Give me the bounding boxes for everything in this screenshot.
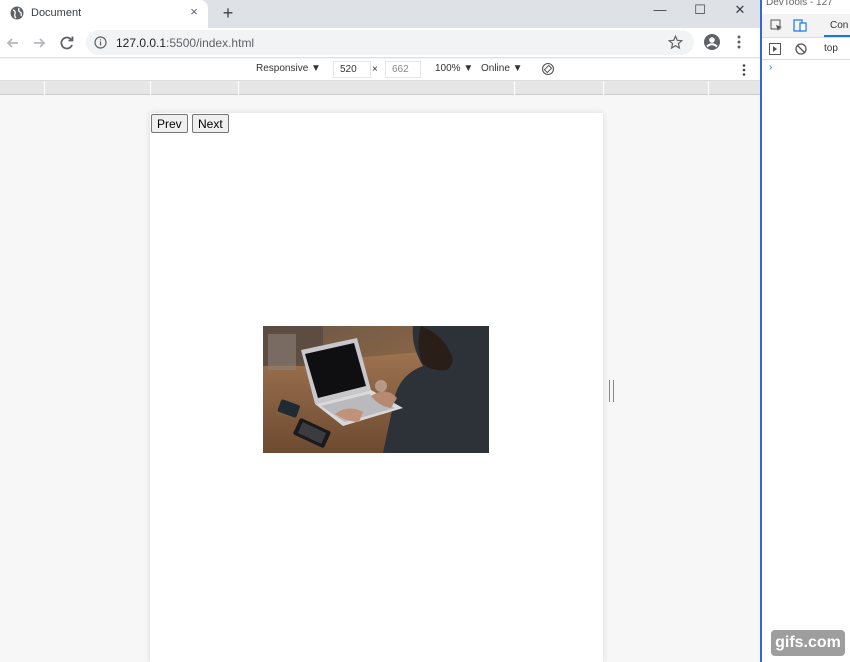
media-query-bar: [0, 81, 760, 95]
tab-close-icon[interactable]: ×: [186, 4, 202, 20]
close-window-button[interactable]: ✕: [720, 0, 760, 26]
media-query-segment[interactable]: [238, 81, 239, 95]
dimension-separator: ×: [372, 64, 378, 75]
next-button[interactable]: Next: [192, 114, 229, 133]
console-toolbar: top: [762, 38, 850, 60]
maximize-button[interactable]: ☐: [680, 0, 720, 26]
active-tab-indicator: [824, 35, 850, 37]
clear-console-icon[interactable]: [795, 43, 807, 55]
media-query-segment[interactable]: [150, 81, 151, 95]
width-input[interactable]: 520: [333, 61, 371, 78]
devtools-title: DevTools - 127: [766, 0, 833, 8]
tab-title: Document: [31, 7, 82, 19]
inspect-element-icon[interactable]: [770, 19, 783, 32]
device-toolbar-menu-icon[interactable]: [741, 63, 747, 77]
info-icon[interactable]: [94, 36, 107, 49]
gifs-watermark: gifs.com: [771, 630, 845, 656]
media-query-segment[interactable]: [44, 81, 45, 95]
height-input[interactable]: 662: [385, 61, 421, 78]
console-context-select[interactable]: top: [824, 43, 838, 54]
browser-window: Document × + — ☐ ✕ 127.0.0.1:5500/index.…: [0, 0, 760, 662]
url-path: :5500/index.html: [166, 36, 255, 50]
globe-icon: [10, 6, 24, 20]
device-select[interactable]: Responsive ▼: [256, 63, 321, 74]
viewport-resize-handle[interactable]: [609, 380, 614, 402]
reload-icon[interactable]: [57, 33, 77, 53]
url-host: 127.0.0.1: [116, 36, 167, 50]
tab-console[interactable]: Con: [830, 20, 848, 31]
kebab-menu-icon[interactable]: [736, 34, 742, 50]
profile-icon[interactable]: [703, 33, 721, 51]
new-tab-button[interactable]: +: [218, 3, 238, 23]
address-bar[interactable]: 127.0.0.1:5500/index.html: [86, 30, 694, 55]
network-throttle-select[interactable]: Online ▼: [481, 63, 523, 74]
sidebar-toggle-icon[interactable]: [769, 43, 781, 55]
device-viewport-area: Prev Next: [0, 95, 760, 662]
forward-arrow-icon[interactable]: [29, 33, 49, 53]
star-icon[interactable]: [668, 35, 683, 50]
devtools-main-toolbar: Con: [762, 14, 850, 38]
tab-document[interactable]: Document ×: [0, 0, 208, 28]
url-text: 127.0.0.1:5500/index.html: [116, 36, 254, 50]
devtools-panel: DevTools - 127 Con top ›: [760, 0, 850, 662]
media-query-segment[interactable]: [708, 81, 709, 95]
rotate-icon[interactable]: [541, 62, 555, 76]
slideshow-image: [263, 326, 489, 453]
screen: Document × + — ☐ ✕ 127.0.0.1:5500/index.…: [0, 0, 850, 662]
back-arrow-icon[interactable]: [3, 33, 23, 53]
device-toolbar: Responsive ▼ 520 × 662 100% ▼ Online ▼: [0, 59, 760, 81]
zoom-select[interactable]: 100% ▼: [435, 63, 473, 74]
browser-toolbar: 127.0.0.1:5500/index.html: [0, 28, 760, 58]
device-toggle-icon[interactable]: [793, 18, 807, 32]
media-query-segment[interactable]: [514, 81, 515, 95]
minimize-button[interactable]: —: [640, 0, 680, 26]
console-prompt[interactable]: ›: [769, 62, 772, 73]
prev-button[interactable]: Prev: [151, 114, 188, 133]
tab-strip: Document × + — ☐ ✕: [0, 0, 760, 28]
device-frame: Prev Next: [150, 113, 603, 662]
media-query-segment[interactable]: [603, 81, 604, 95]
